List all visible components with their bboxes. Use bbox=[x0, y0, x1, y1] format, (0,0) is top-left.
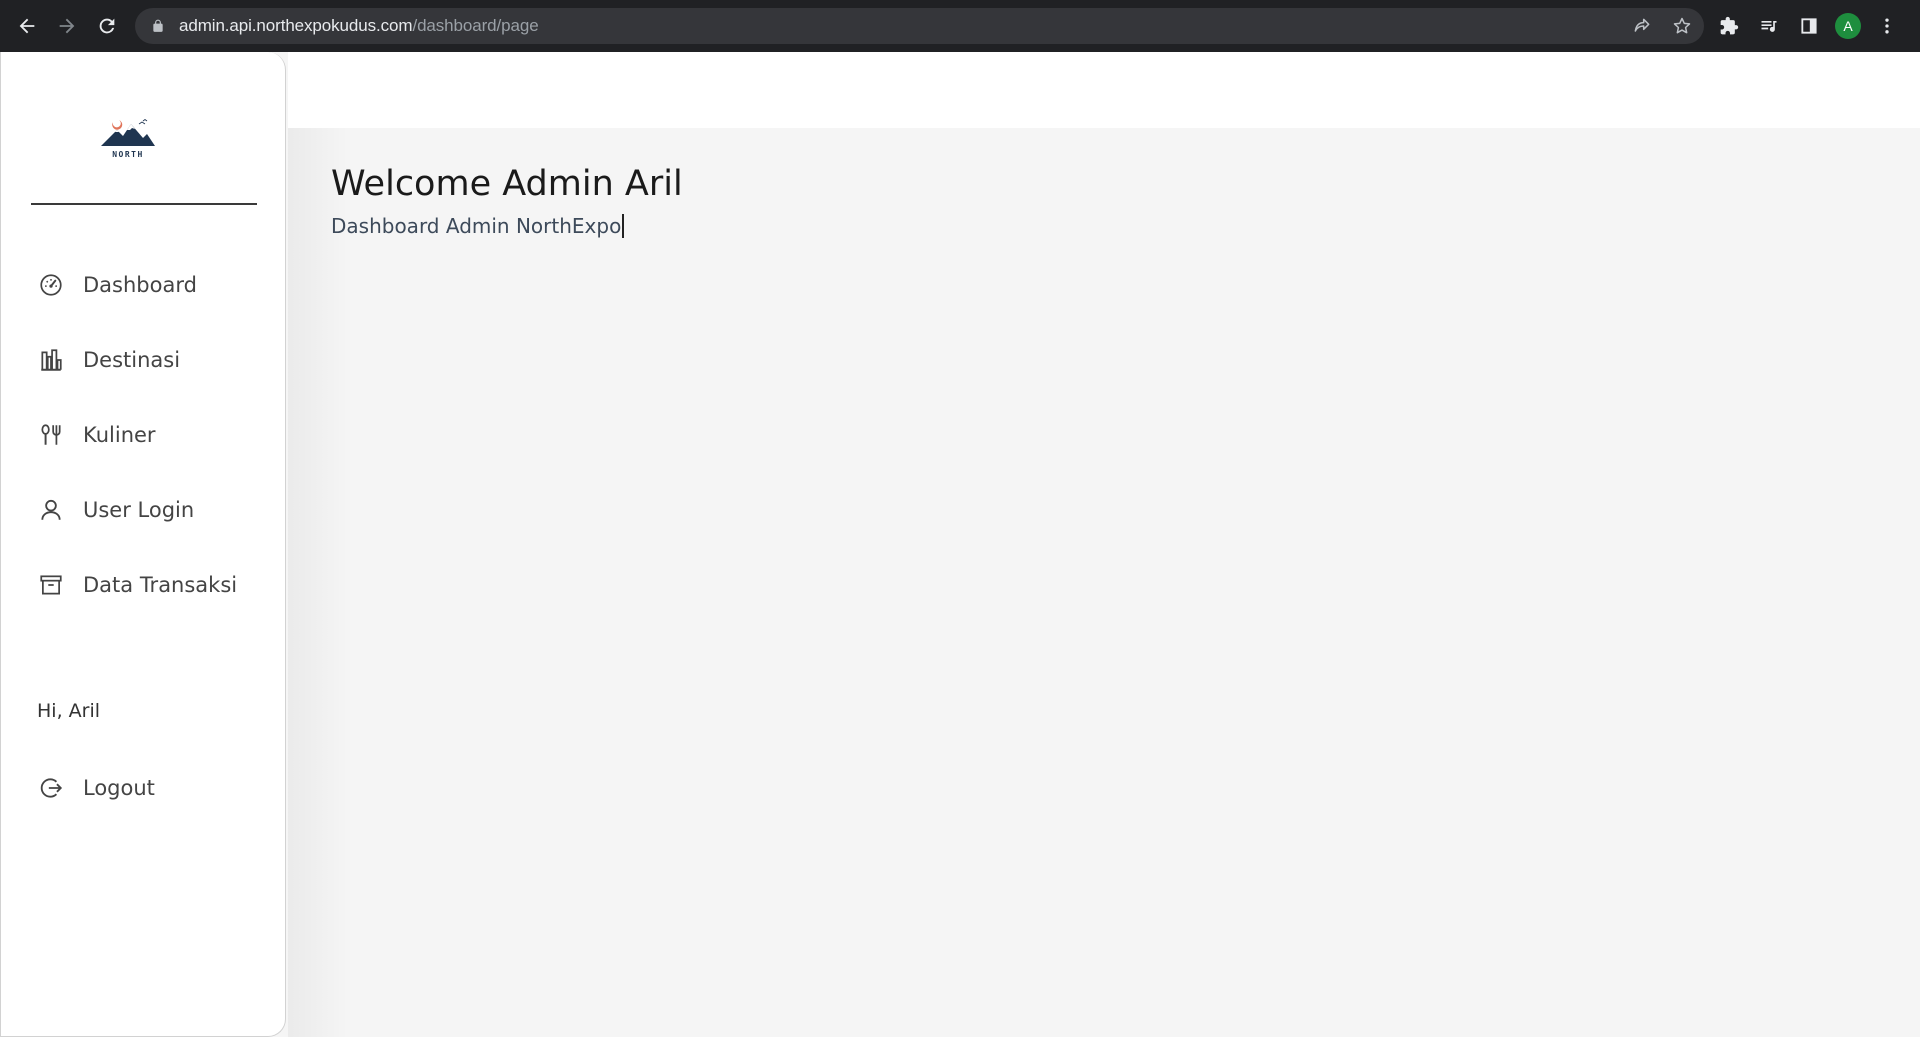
back-button[interactable] bbox=[7, 6, 47, 46]
reload-button[interactable] bbox=[87, 6, 127, 46]
subtitle-text: Dashboard Admin NorthExpo bbox=[331, 214, 622, 238]
logout-icon bbox=[37, 774, 65, 802]
sidebar-item-destinasi[interactable]: Destinasi bbox=[37, 340, 267, 380]
sidebar-item-user-login[interactable]: User Login bbox=[37, 490, 267, 530]
extensions-puzzle-icon[interactable] bbox=[1715, 12, 1743, 40]
sidebar-item-dashboard[interactable]: Dashboard bbox=[37, 265, 267, 305]
app-page: NORTH Dashboard Destinasi Kuliner User L… bbox=[0, 52, 1920, 1037]
sidebar-item-label: Data Transaksi bbox=[83, 573, 238, 597]
url-text: admin.api.northexpokudus.com/dashboard/p… bbox=[179, 16, 539, 36]
sidebar-item-label: User Login bbox=[83, 498, 195, 522]
forward-button[interactable] bbox=[47, 6, 87, 46]
page-title: Welcome Admin Aril bbox=[331, 164, 683, 204]
page-subtitle: Dashboard Admin NorthExpo bbox=[331, 214, 624, 238]
browser-toolbar: admin.api.northexpokudus.com/dashboard/p… bbox=[0, 0, 1920, 52]
reload-icon bbox=[99, 18, 115, 34]
profile-avatar[interactable]: A bbox=[1835, 13, 1861, 39]
logout-button[interactable]: Logout bbox=[37, 768, 267, 808]
mountain-logo-icon bbox=[101, 118, 155, 146]
sidebar-item-label: Kuliner bbox=[83, 423, 156, 447]
top-header-bar bbox=[288, 52, 1920, 128]
url-path: /dashboard/page bbox=[412, 16, 539, 35]
more-menu-icon[interactable] bbox=[1873, 12, 1901, 40]
logo-text: NORTH bbox=[112, 150, 144, 159]
sidebar-divider bbox=[31, 203, 257, 205]
gauge-icon bbox=[37, 271, 65, 299]
user-greeting: Hi, Aril bbox=[37, 700, 101, 722]
northexpo-logo[interactable]: NORTH bbox=[99, 116, 157, 168]
address-bar[interactable]: admin.api.northexpokudus.com/dashboard/p… bbox=[135, 8, 1704, 44]
fork-spoon-icon bbox=[37, 421, 65, 449]
content-shadow bbox=[288, 128, 348, 1037]
arrow-left-icon bbox=[19, 18, 35, 34]
side-panel-icon[interactable] bbox=[1795, 12, 1823, 40]
sidebar-item-label: Destinasi bbox=[83, 348, 181, 372]
lock-icon bbox=[153, 19, 163, 32]
buildings-icon bbox=[37, 346, 65, 374]
sidebar-item-kuliner[interactable]: Kuliner bbox=[37, 415, 267, 455]
logout-label: Logout bbox=[83, 776, 155, 800]
sidebar-item-data-transaksi[interactable]: Data Transaksi bbox=[37, 565, 267, 605]
sidebar: NORTH Dashboard Destinasi Kuliner User L… bbox=[0, 52, 286, 1037]
url-host: admin.api.northexpokudus.com bbox=[179, 16, 413, 35]
user-icon bbox=[37, 496, 65, 524]
arrow-right-icon bbox=[59, 18, 75, 34]
media-queue-icon[interactable] bbox=[1755, 12, 1783, 40]
text-cursor bbox=[622, 214, 624, 238]
share-icon[interactable] bbox=[1630, 14, 1654, 38]
star-bookmark-icon[interactable] bbox=[1670, 14, 1694, 38]
archive-icon bbox=[37, 571, 65, 599]
sidebar-item-label: Dashboard bbox=[83, 273, 197, 297]
